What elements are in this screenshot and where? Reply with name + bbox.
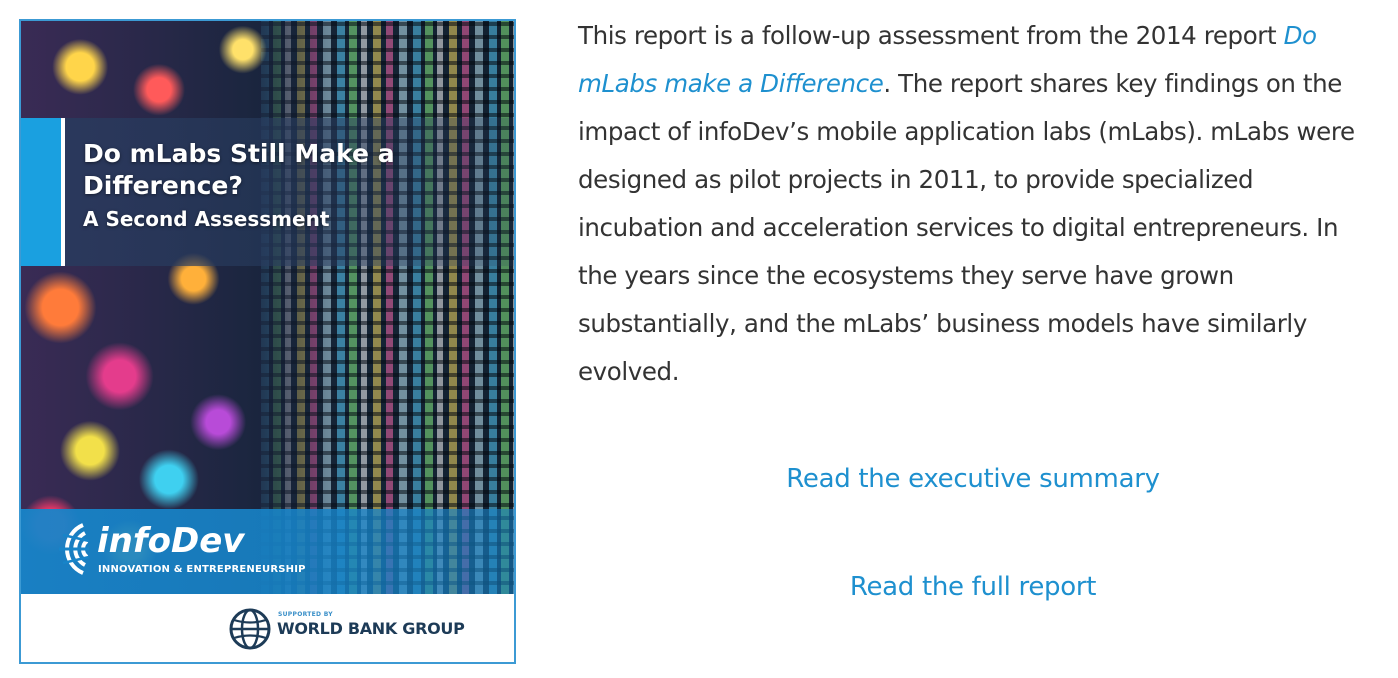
infodev-tagline: INNOVATION & ENTREPRENEURSHIP [98, 564, 306, 575]
globe-icon [229, 608, 271, 650]
cover-brand-band [21, 509, 514, 594]
description-intro: This report is a follow-up assessment fr… [578, 21, 1284, 50]
world-bank-group-name: WORLD BANK GROUP [277, 619, 465, 638]
infodev-brand-name: infoDev [97, 521, 245, 561]
world-bank-logo: SUPPORTED BY WORLD BANK GROUP [228, 607, 488, 651]
report-description: This report is a follow-up assessment fr… [578, 12, 1378, 396]
supported-by-label: SUPPORTED BY [278, 611, 333, 618]
description-body: . The report shares key findings on the … [578, 69, 1355, 386]
infodev-logo-icon [53, 521, 93, 577]
cover-subtitle: A Second Assessment [83, 207, 330, 231]
full-report-link[interactable]: Read the full report [578, 570, 1368, 604]
cover-accent-line [61, 118, 65, 266]
cover-title: Do mLabs Still Make a Difference? [83, 139, 395, 200]
executive-summary-link[interactable]: Read the executive summary [578, 462, 1368, 496]
report-cover[interactable]: Do mLabs Still Make a Difference? A Seco… [19, 19, 516, 664]
cover-accent-strip [21, 118, 61, 266]
